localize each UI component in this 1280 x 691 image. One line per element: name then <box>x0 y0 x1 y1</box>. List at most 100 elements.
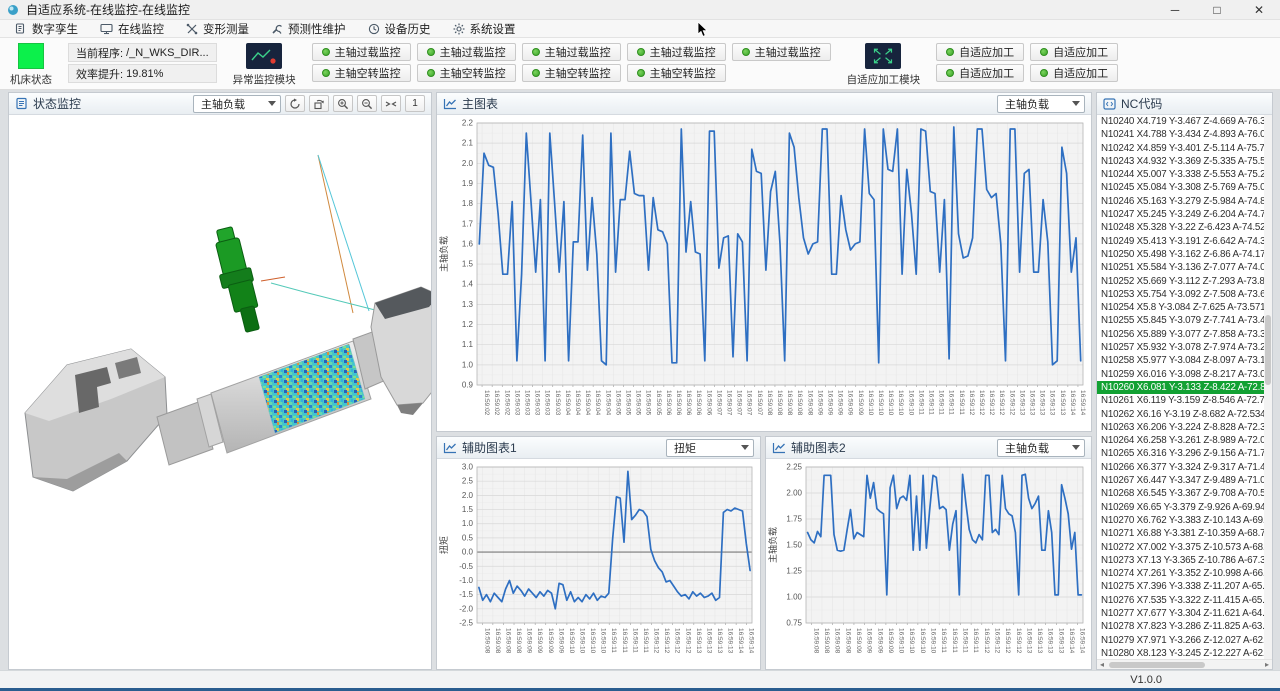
nc-code-line[interactable]: N10268 X6.545 Y-3.367 Z-9.708 A-70.519 <box>1097 487 1272 500</box>
svg-text:16:59:02: 16:59:02 <box>493 390 500 416</box>
adaptive-module-icon[interactable] <box>865 43 901 69</box>
nc-code-line[interactable]: N10241 X4.788 Y-3.434 Z-4.893 A-76.062 <box>1097 128 1272 141</box>
left-metric-dropdown[interactable]: 主轴负载 <box>193 95 281 113</box>
svg-text:2.25: 2.25 <box>786 463 802 472</box>
machine-3d-viewport[interactable] <box>9 115 431 669</box>
spindle-overload-monitor-button-4[interactable]: 主轴过载监控 <box>627 43 726 61</box>
spindle-idle-monitor-button-4[interactable]: 主轴空转监控 <box>627 64 726 82</box>
nc-code-line[interactable]: N10247 X5.245 Y-3.249 Z-6.204 A-74.701 <box>1097 208 1272 221</box>
zoom-in-button[interactable] <box>333 95 353 112</box>
svg-text:16:59:04: 16:59:04 <box>574 390 581 416</box>
nc-code-line[interactable]: N10246 X5.163 Y-3.279 Z-5.984 A-74.892 <box>1097 195 1272 208</box>
maximize-button[interactable]: □ <box>1196 0 1238 19</box>
nc-code-line[interactable]: N10272 X7.002 Y-3.375 Z-10.573 A-68.05 <box>1097 541 1272 554</box>
close-button[interactable]: ✕ <box>1238 0 1280 19</box>
nc-code-line[interactable]: N10271 X6.88 Y-3.381 Z-10.359 A-68.711 <box>1097 527 1272 540</box>
adaptive-buttons: 自适应加工自适应加工 自适应加工自适应加工 <box>936 43 1118 82</box>
menu-item-system-settings[interactable]: 系统设置 <box>442 20 527 37</box>
svg-text:扭矩: 扭矩 <box>438 536 449 554</box>
nc-code-line[interactable]: N10270 X6.762 Y-3.383 Z-10.143 A-69.34 <box>1097 514 1272 527</box>
menu-item-device-history[interactable]: 设备历史 <box>357 20 442 37</box>
nc-horizontal-scrollbar[interactable]: ◂ ▸ <box>1097 659 1272 669</box>
zoom-out-button[interactable] <box>357 95 377 112</box>
nc-code-line[interactable]: N10279 X7.971 Y-3.266 Z-12.027 A-62.98 <box>1097 634 1272 647</box>
nc-code-line[interactable]: N10258 X5.977 Y-3.084 Z-8.097 A-73.138 <box>1097 354 1272 367</box>
main-chart-metric-dropdown[interactable]: 主轴负载 <box>997 95 1085 113</box>
nc-code-line[interactable]: N10264 X6.258 Y-3.261 Z-8.989 A-72.072 <box>1097 434 1272 447</box>
spindle-idle-monitor-button-2[interactable]: 主轴空转监控 <box>417 64 516 82</box>
scroll-left-arrow-icon[interactable]: ◂ <box>1097 660 1107 669</box>
nc-code-line[interactable]: N10278 X7.823 Y-3.286 Z-11.825 A-63.73 <box>1097 620 1272 633</box>
adaptive-machining-button-2[interactable]: 自适应加工 <box>1030 43 1118 61</box>
anomaly-module-icon[interactable] <box>246 43 282 69</box>
nc-code-line[interactable]: N10256 X5.889 Y-3.077 Z-7.858 A-73.348 <box>1097 328 1272 341</box>
nc-code-line[interactable]: N10261 X6.119 Y-3.159 Z-8.546 A-72.701 <box>1097 394 1272 407</box>
nc-code-line[interactable]: N10276 X7.535 Y-3.322 Z-11.415 A-65.22 <box>1097 594 1272 607</box>
nc-code-line[interactable]: N10265 X6.316 Y-3.296 Z-9.156 A-71.771 <box>1097 447 1272 460</box>
fit-view-button[interactable] <box>381 95 401 112</box>
reset-view-button[interactable] <box>285 95 305 112</box>
nc-code-line[interactable]: N10280 X8.123 Y-3.245 Z-12.227 A-62.23 <box>1097 647 1272 659</box>
status-button-label: 自适应加工 <box>959 44 1014 60</box>
spindle-idle-monitor-button-3[interactable]: 主轴空转监控 <box>522 64 621 82</box>
nc-code-line[interactable]: N10255 X5.845 Y-3.079 Z-7.741 A-73.458 <box>1097 314 1272 327</box>
nc-code-line[interactable]: N10248 X5.328 Y-3.22 Z-6.423 A-74.52 C <box>1097 221 1272 234</box>
nc-code-line[interactable]: N10240 X4.719 Y-3.467 Z-4.669 A-76.396 <box>1097 115 1272 128</box>
svg-text:1.5: 1.5 <box>462 260 474 269</box>
scrollbar-thumb[interactable] <box>1265 315 1271 385</box>
nc-code-line[interactable]: N10245 X5.084 Y-3.308 Z-5.769 A-75.088 <box>1097 181 1272 194</box>
adaptive-machining-button-1[interactable]: 自适应加工 <box>936 43 1024 61</box>
nc-code-line[interactable]: N10263 X6.206 Y-3.224 Z-8.828 A-72.33 C <box>1097 421 1272 434</box>
menu-item-deform-measure[interactable]: 变形测量 <box>175 20 260 37</box>
menu-item-online-monitor[interactable]: 在线监控 <box>89 20 175 37</box>
nc-code-line[interactable]: N10249 X5.413 Y-3.191 Z-6.642 A-74.346 <box>1097 235 1272 248</box>
adaptive-machining-b-button-2[interactable]: 自适应加工 <box>1030 64 1118 82</box>
svg-text:16:59:08: 16:59:08 <box>796 390 803 416</box>
svg-text:16:59:07: 16:59:07 <box>756 390 763 416</box>
nc-code-line[interactable]: N10274 X7.261 Y-3.352 Z-10.998 A-66.67 <box>1097 567 1272 580</box>
nc-code-line[interactable]: N10244 X5.007 Y-3.338 Z-5.553 A-75.297 <box>1097 168 1272 181</box>
minimize-button[interactable]: ─ <box>1154 0 1196 19</box>
adaptive-module: 自适应加工模块 <box>847 42 921 87</box>
nc-code-line[interactable]: N10250 X5.498 Y-3.162 Z-6.86 A-74.178 C <box>1097 248 1272 261</box>
scrollbar-thumb[interactable] <box>1109 662 1205 668</box>
nc-code-line[interactable]: N10260 X6.081 Y-3.133 Z-8.422 A-72.835 <box>1097 381 1272 394</box>
scroll-right-arrow-icon[interactable]: ▸ <box>1262 660 1272 669</box>
nc-code-line[interactable]: N10273 X7.13 Y-3.365 Z-10.786 A-67.372 <box>1097 554 1272 567</box>
spindle-overload-monitor-button-3[interactable]: 主轴过载监控 <box>522 43 621 61</box>
nc-code-line[interactable]: N10262 X6.16 Y-3.19 Z-8.682 A-72.534 C <box>1097 408 1272 421</box>
view-1-button[interactable]: 1 <box>405 95 425 112</box>
nc-code-line[interactable]: N10275 X7.396 Y-3.338 Z-11.207 A-65.95 <box>1097 580 1272 593</box>
svg-text:16:59:10: 16:59:10 <box>897 390 904 416</box>
spindle-overload-monitor-button-1[interactable]: 主轴过载监控 <box>312 43 411 61</box>
nc-code-line[interactable]: N10243 X4.932 Y-3.369 Z-5.335 A-75.523 <box>1097 155 1272 168</box>
nc-vertical-scrollbar[interactable] <box>1264 115 1272 659</box>
svg-text:16:59:11: 16:59:11 <box>621 628 628 653</box>
chevron-down-icon <box>268 101 276 106</box>
nc-code-line[interactable]: N10266 X6.377 Y-3.324 Z-9.317 A-71.443 <box>1097 461 1272 474</box>
nc-code-line[interactable]: N10267 X6.447 Y-3.347 Z-9.489 A-71.055 <box>1097 474 1272 487</box>
menu-item-digital-twin[interactable]: 数字孪生 <box>4 20 89 37</box>
nc-code-line[interactable]: N10252 X5.669 Y-3.112 Z-7.293 A-73.844 <box>1097 275 1272 288</box>
nc-code-line[interactable]: N10251 X5.584 Y-3.136 Z-7.077 A-74.012 <box>1097 261 1272 274</box>
nc-code-line[interactable]: N10269 X6.65 Y-3.379 Z-9.926 A-69.947 C <box>1097 501 1272 514</box>
rotate-view-button[interactable] <box>309 95 329 112</box>
nc-code-line[interactable]: N10254 X5.8 Y-3.084 Z-7.625 A-73.571 C <box>1097 301 1272 314</box>
adaptive-machining-b-button-1[interactable]: 自适应加工 <box>936 64 1024 82</box>
svg-text:16:59:09: 16:59:09 <box>887 628 894 654</box>
nc-code-line[interactable]: N10277 X7.677 Y-3.304 Z-11.621 A-64.48 <box>1097 607 1272 620</box>
svg-text:16:59:11: 16:59:11 <box>951 628 958 653</box>
menu-item-predictive-maintenance[interactable]: 预测性维护 <box>260 20 357 37</box>
nc-code-line[interactable]: N10242 X4.859 Y-3.401 Z-5.114 A-75.775 <box>1097 142 1272 155</box>
svg-text:16:59:11: 16:59:11 <box>961 628 968 653</box>
machine-status-group: 机床状态 <box>10 42 52 87</box>
nc-code-line[interactable]: N10259 X6.016 Y-3.098 Z-8.217 A-73.036 <box>1097 368 1272 381</box>
aux-chart2-metric-dropdown[interactable]: 主轴负载 <box>997 439 1085 457</box>
spindle-overload-monitor-button-5[interactable]: 主轴过载监控 <box>732 43 831 61</box>
aux-chart1-metric-dropdown[interactable]: 扭矩 <box>666 439 754 457</box>
spindle-idle-monitor-button-1[interactable]: 主轴空转监控 <box>312 64 411 82</box>
svg-text:16:59:06: 16:59:06 <box>705 390 712 416</box>
spindle-overload-monitor-button-2[interactable]: 主轴过载监控 <box>417 43 516 61</box>
nc-code-line[interactable]: N10253 X5.754 Y-3.092 Z-7.508 A-73.677 <box>1097 288 1272 301</box>
nc-code-line[interactable]: N10257 X5.932 Y-3.078 Z-7.974 A-73.243 <box>1097 341 1272 354</box>
